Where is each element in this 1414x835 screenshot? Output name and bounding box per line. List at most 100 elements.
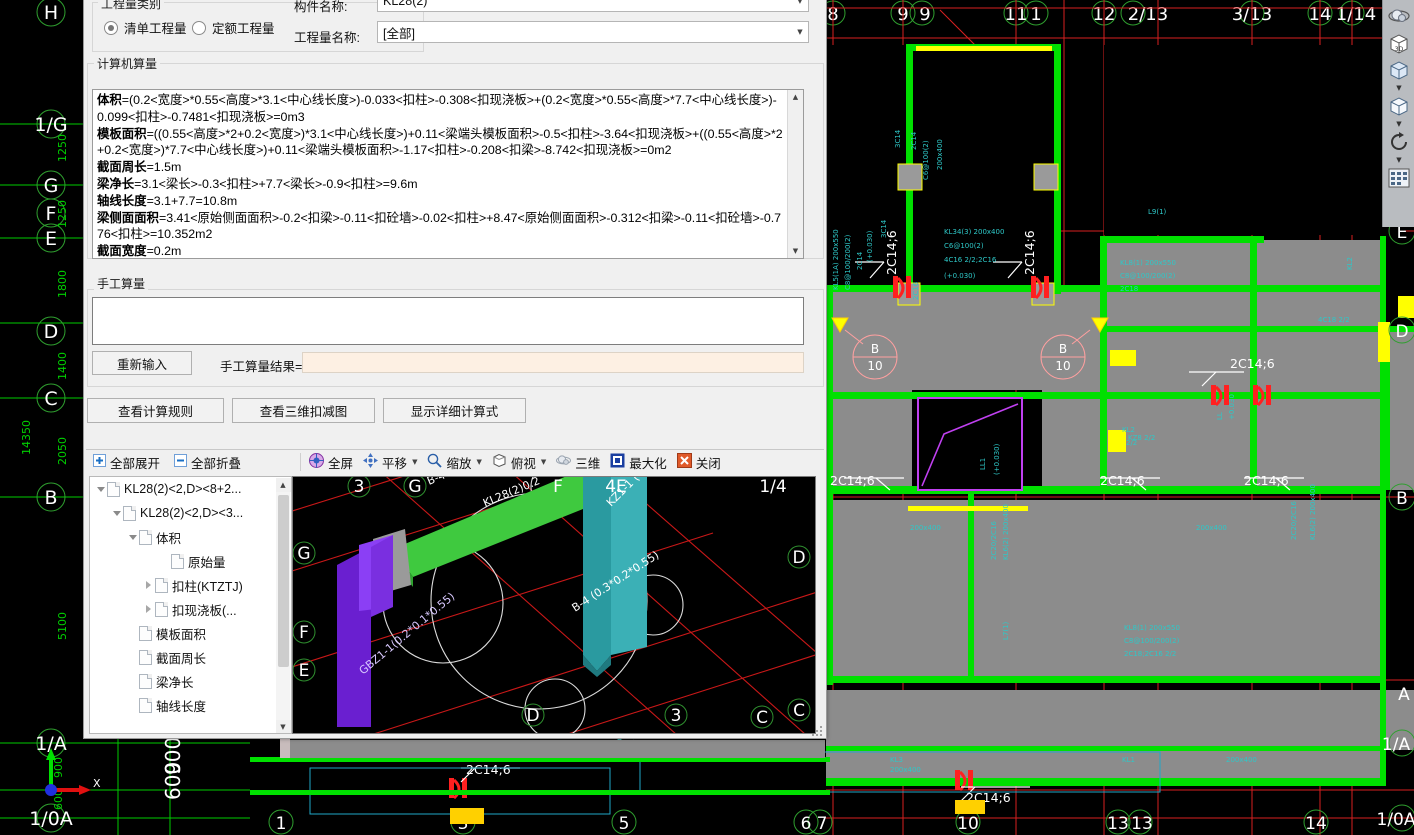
wireframe-cube-icon[interactable] [1385,57,1413,83]
toolbar-separator [300,453,302,471]
orbit-3d-button[interactable]: 三维 [551,451,605,473]
zoom-dropdown-arrow[interactable]: ▼ [476,458,481,466]
tree-item[interactable]: KL28(2)<2,D><3... [90,501,291,525]
chevron-down-icon[interactable]: ▼ [792,22,808,42]
expand-all-button[interactable]: 全部展开 [86,451,167,473]
calc-line-formula: =3.1<梁长>-0.3<扣柱>+7.7<梁长>-0.9<扣柱>=9.6m [134,176,418,191]
tree-item[interactable]: 扣柱(KTZTJ) [90,573,291,597]
calc-line-formula: =((0.55<高度>*2+0.2<宽度>)*3.1<中心线长度>)+0.11<… [97,126,783,158]
svg-text:KL2: KL2 [1122,426,1135,434]
svg-text:200x400: 200x400 [890,766,921,774]
tree-item[interactable]: 体积 [90,525,291,549]
svg-text:3D: 3D [1395,46,1404,53]
collapse-all-button[interactable]: 全部折叠 [167,451,248,473]
view-3d-deduction-button[interactable]: 查看三维扣减图 [232,398,375,423]
chevron-down-icon[interactable] [110,510,123,516]
chevron-down-icon[interactable] [94,486,107,492]
tree-item-label: 梁净长 [156,675,194,690]
manual-calc-input[interactable] [92,297,804,345]
fullscreen-button[interactable]: 全屏 [304,451,358,473]
svg-text:2050: 2050 [56,437,69,465]
document-icon [155,601,168,617]
close-button[interactable]: 关闭 [672,451,726,473]
calc-scrollbar[interactable]: ▲ ▼ [787,90,803,258]
radio-dinge[interactable]: 定额工程量 [192,18,275,37]
component-name-combo[interactable]: KL28(2) ▼ [377,0,809,12]
tree-scroll-down-button[interactable]: ▼ [275,720,291,733]
computer-calc-content: 体积=(0.2<宽度>*0.55<高度>*3.1<中心线长度>)-0.033<扣… [93,90,787,258]
svg-text:(+0.030): (+0.030) [993,443,1001,475]
quantity-name-combo[interactable]: [全部] ▼ [377,21,809,43]
calc-scroll-up-button[interactable]: ▲ [788,90,803,104]
calc-scroll-down-button[interactable]: ▼ [788,244,803,258]
calc-line-name: 轴线长度 [97,193,147,208]
tree-scroll-up-button[interactable]: ▲ [275,478,291,492]
tree-item-label: 模板面积 [156,627,207,642]
topview-dropdown-arrow[interactable]: ▼ [541,458,546,466]
chevron-right-icon[interactable] [142,605,155,613]
wireframe-dropdown-arrow[interactable]: ▼ [1385,84,1413,92]
cube-3d-icon[interactable]: 3D [1385,30,1413,56]
radio-qingdan[interactable]: 清单工程量 [104,18,187,37]
zoom-button[interactable]: 缩放 ▼ [422,451,486,473]
manual-calc-title: 手工算量 [94,275,149,292]
calc-line-formula: =(0.2<宽度>*0.55<高度>*3.1<中心线长度>)-0.033<扣柱>… [97,93,777,124]
tree-item-label: 截面周长 [156,651,207,666]
tree-item-label: 轴线长度 [156,699,207,714]
rotate-icon[interactable] [1385,129,1413,155]
tree-item[interactable]: 模板面积 [90,621,291,645]
chevron-down-icon[interactable] [126,534,139,540]
svg-text:10: 10 [957,814,979,834]
solid-cube-icon[interactable] [1385,93,1413,119]
svg-text:10: 10 [1055,359,1070,373]
right-3d-toolbar[interactable]: 3D ▼ ▼ ▼ [1382,0,1414,227]
svg-text:4C16 2/2;2C16: 4C16 2/2;2C16 [944,256,997,264]
pan-button[interactable]: 平移 ▼ [358,451,422,473]
tree-item[interactable]: 原始量 [90,549,291,573]
minus-icon [174,454,188,470]
radio-qingdan-indicator[interactable] [104,20,118,35]
calc-line: 截面周长=1.5m [97,159,783,176]
tree-item[interactable]: 梁净长 [90,669,291,693]
svg-text:5: 5 [619,814,630,834]
tree-item-label: KL28(2)<2,D><3... [140,506,244,520]
calc-line: 梁侧面面积=3.41<原始侧面面积>-0.2<扣梁>-0.11<扣砼墙>-0.0… [97,210,783,244]
computer-calc-textarea[interactable]: 体积=(0.2<宽度>*0.55<高度>*3.1<中心线长度>)-0.033<扣… [92,89,804,259]
svg-text:G: G [408,477,421,497]
calculation-tree[interactable]: KL28(2)<2,D><8+2... KL28(2)<2,D><3... 体积 原始… [89,476,292,734]
svg-text:1/G: 1/G [34,114,67,136]
rotate-dropdown-arrow[interactable]: ▼ [1385,156,1413,164]
svg-text:C: C [793,701,805,721]
layers-icon[interactable] [1385,165,1413,191]
svg-text:1250: 1250 [56,200,69,228]
tree-item[interactable]: 轴线长度 [90,693,291,717]
tree-item[interactable]: 截面周长 [90,645,291,669]
tree-scrollbar-thumb[interactable] [278,495,289,667]
view-calc-rules-button[interactable]: 查看计算规则 [87,398,224,423]
svg-text:13: 13 [1131,814,1153,834]
document-icon [171,553,184,569]
orbit-3d-label: 三维 [575,456,601,471]
svg-text:5100: 5100 [56,612,69,640]
show-detailed-formula-button[interactable]: 显示详细计算式 [383,398,526,423]
chevron-down-icon[interactable]: ▼ [792,0,808,11]
tree-item[interactable]: KL28(2)<2,D><8+2... [90,477,291,501]
manual-result-field[interactable] [302,352,804,373]
tree-item[interactable]: 扣现浇板(... [90,597,291,621]
orbit-icon[interactable] [1385,3,1413,29]
topview-button[interactable]: 俯视 ▼ [487,451,551,473]
svg-text:E: E [45,228,57,250]
svg-text:2C14;6: 2C14;6 [1230,356,1275,371]
svg-text:1400: 1400 [56,352,69,380]
dialog-resize-grip[interactable] [811,725,823,737]
chevron-right-icon[interactable] [142,581,155,589]
calc-line-name: 体积 [97,93,122,107]
pan-dropdown-arrow[interactable]: ▼ [412,458,417,466]
radio-dinge-indicator[interactable] [192,20,206,35]
reset-input-button[interactable]: 重新输入 [92,351,192,375]
svg-text:B: B [871,342,879,356]
viewport-3d[interactable]: KL28(2)0.2 B-4 (0 KZ1-1 (0.2 B-4 (0.3*0.… [292,476,816,734]
maximize-button[interactable]: 最大化 [605,451,672,473]
solid-dropdown-arrow[interactable]: ▼ [1385,120,1413,128]
fullscreen-label: 全屏 [328,456,354,471]
